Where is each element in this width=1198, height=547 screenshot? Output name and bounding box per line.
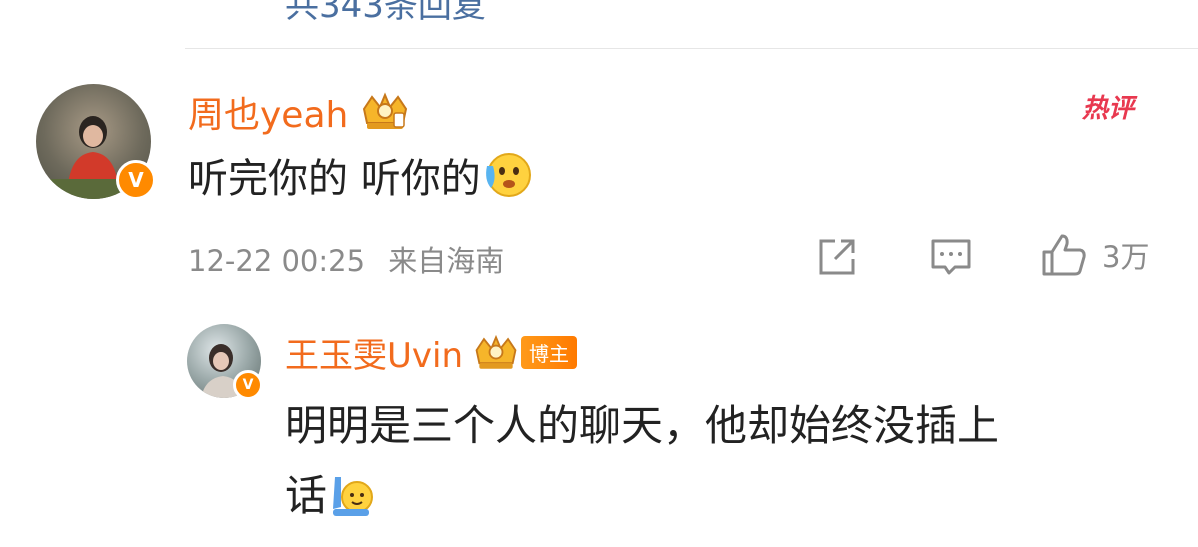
comment-icon xyxy=(931,239,971,275)
verified-badge-icon: V xyxy=(116,160,156,200)
replier-username[interactable]: 王玉雯Uvin xyxy=(285,328,463,377)
commenter-avatar-wrap[interactable]: V xyxy=(36,84,156,200)
like-count: 3万 xyxy=(1102,240,1150,274)
reply-text-line1: 明明是三个人的聊天，他却始终没插上 xyxy=(285,401,1000,450)
comment-timestamp: 12-22 00:25 xyxy=(188,244,366,278)
reply-text-line2-row: 话 xyxy=(285,462,375,523)
reply-count-link[interactable]: 共343条回复 xyxy=(285,0,486,27)
verified-badge-icon: V xyxy=(233,370,263,400)
share-icon xyxy=(819,239,855,275)
comment-text: 听完你的 听你的 xyxy=(188,156,481,202)
like-button[interactable]: 3万 xyxy=(1040,230,1149,280)
replier-tags: 博主 xyxy=(471,333,578,373)
comment-button[interactable] xyxy=(928,234,974,280)
share-button[interactable] xyxy=(814,234,860,280)
vip-crown-icon xyxy=(475,334,517,369)
comment-location: 来自海南 xyxy=(388,244,505,278)
commenter-username[interactable]: 周也yeah xyxy=(188,86,348,138)
replier-avatar-wrap[interactable]: V xyxy=(187,324,263,400)
raising-hand-emoji xyxy=(333,476,374,516)
hot-comment-badge: 热评 xyxy=(1082,94,1135,124)
comment-meta: 12-22 00:25 来自海南 xyxy=(188,238,504,280)
face-with-tears-emoji xyxy=(485,153,531,197)
replier-name-row: 王玉雯Uvin 博主 xyxy=(285,328,578,377)
vip-crown-icon xyxy=(363,92,408,129)
comment-body: 听完你的 听你的 xyxy=(188,146,535,204)
thumbs-up-icon xyxy=(1042,234,1086,276)
reply-text-line2: 话 xyxy=(285,471,328,520)
blogger-badge: 博主 xyxy=(521,336,578,369)
commenter-name-row: 周也yeah xyxy=(188,86,412,138)
divider xyxy=(185,48,1198,49)
